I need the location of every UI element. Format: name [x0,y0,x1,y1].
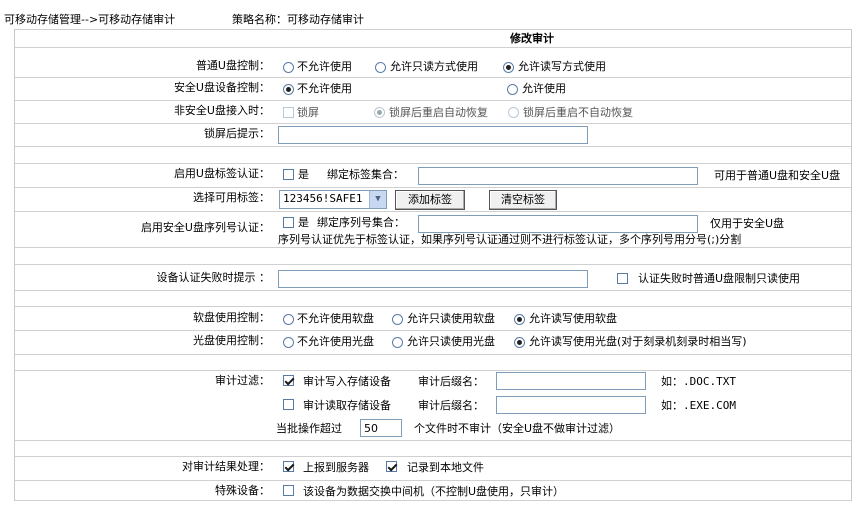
serial-auth-desc: 序列号认证优先于标签认证，如果序列号认证通过则不进行标签认证，多个序列号用分号(… [278,233,742,246]
floppy-readonly-label: 允许只读使用软盘 [407,312,495,325]
insecure-u-label: 非安全U盘接入时： [173,104,270,117]
policy-name: 策略名称：可移动存储审计 [232,13,364,26]
serial-auth-note: 仅用于安全U盘 [710,217,785,230]
cdrom-deny-radio[interactable] [283,337,294,348]
secure-u-deny-radio[interactable] [283,84,294,95]
tag-auth-label: 启用U盘标签认证： [173,167,270,180]
tag-auth-yes-label: 是 [298,168,309,181]
lock-auto-restore-label: 锁屏后重启自动恢复 [389,106,488,119]
cdrom-readwrite-label: 允许读写使用光盘(对于刻录机刻录时相当写) [529,335,747,348]
tag-bind-input[interactable] [418,167,698,185]
serial-auth-yes-label: 是 [298,216,309,229]
lock-no-restore-label: 锁屏后重启不自动恢复 [523,106,633,119]
lock-hint-input[interactable] [278,126,588,144]
tag-select-value: 123456!SAFE1 [283,192,363,205]
batch-prefix-label: 当批操作超过 [276,422,342,435]
clear-tag-button[interactable]: 清空标签 [489,190,557,210]
normal-u-deny-label: 不允许使用 [297,60,352,73]
auth-fail-readonly-checkbox[interactable] [617,273,628,284]
audit-write-ext-input[interactable] [496,372,646,390]
lock-auto-restore-radio[interactable] [374,107,385,118]
tag-select[interactable]: 123456!SAFE1 ▼ [279,190,387,209]
audit-write-example: 如：.DOC.TXT [661,375,736,388]
cdrom-readonly-radio[interactable] [392,337,403,348]
audit-write-label: 审计写入存储设备 [303,375,391,388]
normal-u-label: 普通U盘控制： [195,59,270,72]
special-device-option-label: 该设备为数据交换中间机（不控制U盘使用，只审计） [303,485,565,498]
lock-no-restore-radio[interactable] [508,107,519,118]
secure-u-allow-label: 允许使用 [522,82,566,95]
local-file-label: 记录到本地文件 [407,461,484,474]
serial-auth-checkbox[interactable] [283,217,294,228]
breadcrumb: 可移动存储管理-->可移动存储审计 [4,13,176,26]
audit-read-ext-label: 审计后缀名： [418,399,484,412]
secure-u-deny-label: 不允许使用 [297,82,352,95]
serial-bind-label: 绑定序列号集合： [317,216,405,229]
page-title: 修改审计 [510,32,554,45]
audit-read-checkbox[interactable] [283,399,294,410]
audit-read-ext-input[interactable] [496,396,646,414]
auth-fail-input[interactable] [278,270,588,288]
floppy-label: 软盘使用控制： [193,311,270,324]
normal-u-deny-radio[interactable] [283,62,294,73]
report-server-checkbox[interactable] [283,461,294,472]
secure-u-label: 安全U盘设备控制： [173,81,270,94]
cdrom-deny-label: 不允许使用光盘 [297,335,374,348]
auth-fail-label: 设备认证失败时提示 ： [156,271,271,284]
special-device-checkbox[interactable] [283,485,294,496]
lock-hint-label: 锁屏后提示： [204,127,270,140]
audit-write-ext-label: 审计后缀名： [418,375,484,388]
floppy-readwrite-radio[interactable] [514,314,525,325]
tag-auth-checkbox[interactable] [283,169,294,180]
normal-u-readonly-label: 允许只读方式使用 [390,60,478,73]
audit-filter-label: 审计过滤： [215,374,270,387]
cdrom-label: 光盘使用控制： [193,334,270,347]
normal-u-readonly-radio[interactable] [375,62,386,73]
select-tag-label: 选择可用标签： [193,191,270,204]
local-file-checkbox[interactable] [386,461,397,472]
floppy-deny-radio[interactable] [283,314,294,325]
floppy-readwrite-label: 允许读写使用软盘 [529,312,617,325]
secure-u-allow-radio[interactable] [507,84,518,95]
cdrom-readwrite-radio[interactable] [514,337,525,348]
lock-screen-checkbox[interactable] [283,107,294,118]
floppy-deny-label: 不允许使用软盘 [297,312,374,325]
batch-suffix-label: 个文件时不审计（安全U盘不做审计过滤） [414,422,621,435]
audit-read-example: 如：.EXE.COM [661,399,736,412]
normal-u-readwrite-radio[interactable] [503,62,514,73]
result-handling-label: 对审计结果处理： [182,460,270,473]
add-tag-button[interactable]: 添加标签 [395,190,465,210]
tag-bind-label: 绑定标签集合： [327,168,404,181]
serial-auth-label: 启用安全U盘序列号认证： [140,221,270,234]
batch-count-input[interactable] [360,419,402,437]
tag-auth-note: 可用于普通U盘和安全U盘 [714,169,841,182]
chevron-down-icon[interactable]: ▼ [369,191,386,208]
normal-u-readwrite-label: 允许读写方式使用 [518,60,606,73]
audit-write-checkbox[interactable] [283,375,294,386]
lock-screen-label: 锁屏 [297,106,319,119]
serial-bind-input[interactable] [418,215,698,233]
special-device-label: 特殊设备： [215,484,270,497]
auth-fail-readonly-label: 认证失败时普通U盘限制只读使用 [638,272,801,285]
audit-read-label: 审计读取存储设备 [303,399,391,412]
cdrom-readonly-label: 允许只读使用光盘 [407,335,495,348]
floppy-readonly-radio[interactable] [392,314,403,325]
report-server-label: 上报到服务器 [303,461,369,474]
